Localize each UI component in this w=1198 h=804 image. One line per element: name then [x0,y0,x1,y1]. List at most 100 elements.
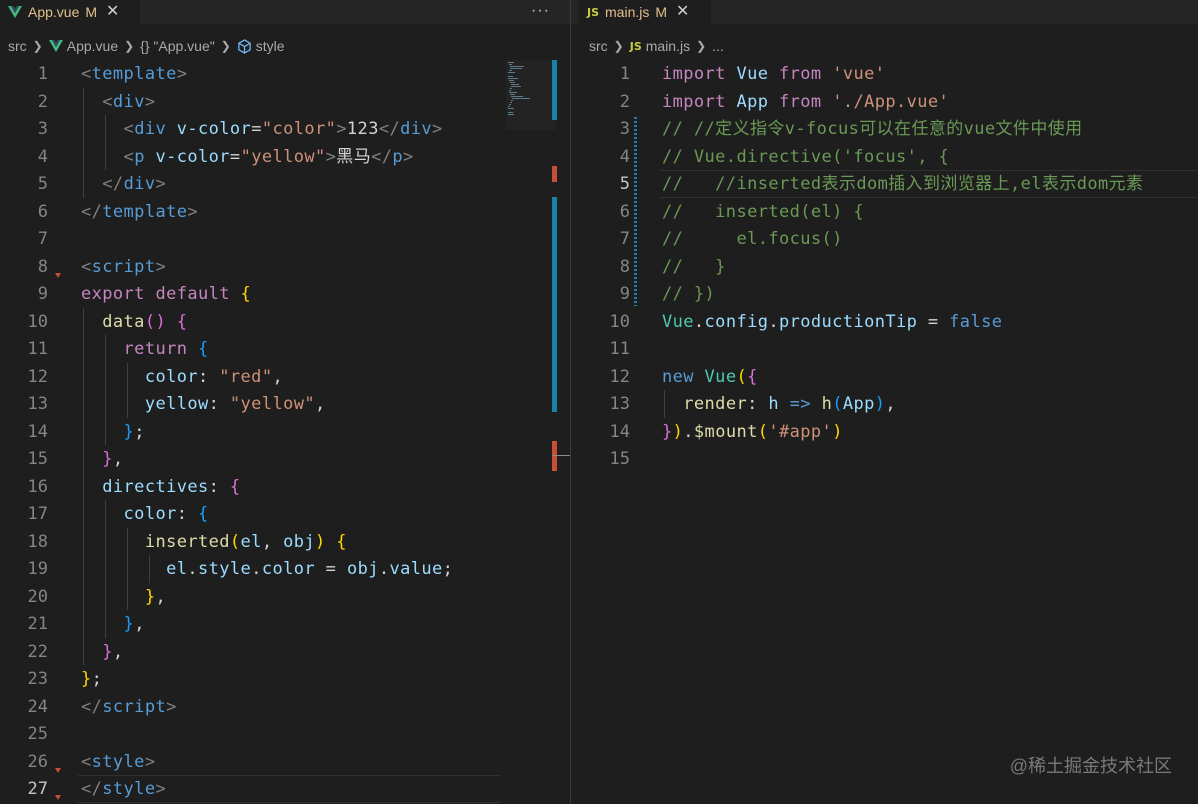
js-file-icon: JS [587,5,600,19]
code-line[interactable]: 1 <template> [0,60,570,88]
more-actions-button[interactable]: ··· [531,2,550,20]
code-line[interactable]: 10 data() { [0,308,570,336]
code-line[interactable]: 12 color: "red", [0,363,570,391]
tab-main-js[interactable]: JS main.js M ✕ [579,0,711,24]
modified-badge: M [85,4,98,20]
line-code: <div> [102,91,156,112]
breadcrumb-style[interactable]: style [237,38,285,54]
code-line[interactable]: 9 export default { [0,280,570,308]
line-code: // } [662,256,726,277]
code-line[interactable]: 8 // } [571,253,1198,281]
chevron-right-icon: ❯ [696,39,707,53]
code-line[interactable]: 5 </div> [0,170,570,198]
code-line[interactable]: 3 <div v-color="color">123</div> [0,115,570,143]
breadcrumb-app-vue[interactable]: App.vue [48,38,118,54]
code-line[interactable]: 7 // el.focus() [571,225,1198,253]
breadcrumb-module[interactable]: {} "App.vue" [140,38,215,54]
code-line[interactable]: 8 <script> [0,253,570,281]
code-line[interactable]: 26 <style> [0,748,570,776]
code-line[interactable]: 18 inserted(el, obj) { [0,528,570,556]
tab-bar: JS main.js M ✕ [571,0,1198,24]
code-line[interactable]: 24 </script> [0,693,570,721]
code-line[interactable]: 16 directives: { [0,473,570,501]
gutter-modified-marker [634,117,637,306]
code-line[interactable]: 9 // }) [571,280,1198,308]
line-number: 23 [27,669,48,689]
code-line[interactable]: 7 [0,225,570,253]
line-number: 5 [37,174,48,194]
code-editor-main-js[interactable]: 1 import Vue from 'vue' 2 import App from '… [571,60,1198,804]
minimap[interactable] [506,60,556,130]
line-code: color: { [123,504,209,524]
code-line[interactable]: 2 <div> [0,88,570,116]
code-line[interactable]: 11 return { [0,335,570,363]
line-code: directives: { [102,476,241,497]
code-line[interactable]: 6 </template> [0,198,570,226]
line-code: }, [144,586,167,607]
line-number: 14 [27,421,48,442]
code-line[interactable]: 14}).$mount('#app') [571,418,1198,446]
line-number: 17 [27,504,48,524]
indent-guide [105,500,106,638]
line-number: 8 [37,256,48,277]
code-line[interactable]: 3 // //定义指令v-focus可以在任意的vue文件中使用 [571,115,1198,143]
code-editor-app-vue[interactable]: 1 <template> 2 <div> 3 <div v-color="color"… [0,60,570,804]
chevron-right-icon: ❯ [124,39,135,53]
line-code: <div v-color="color">123</div> [123,119,443,139]
code-line[interactable]: 19 el.style.color = obj.value; [0,555,570,583]
line-number: 13 [609,394,630,414]
scrollbar-change-marker [552,60,557,120]
code-line[interactable]: 6 // inserted(el) { [571,198,1198,226]
line-number: 9 [37,284,48,304]
line-number: 7 [619,229,630,249]
line-number: 4 [37,146,48,167]
line-number: 4 [619,146,630,167]
breadcrumb-src[interactable]: src [589,38,608,54]
code-line[interactable]: 4 <p v-color="yellow">黑马</p> [0,143,570,171]
chevron-right-icon: ❯ [613,39,624,53]
line-code: data() { [102,311,188,332]
line-number: 15 [27,449,48,469]
code-line[interactable]: 20 }, [0,583,570,611]
close-icon[interactable]: ✕ [106,4,119,20]
breadcrumb: src ❯ JS main.js ❯ ... [571,34,1198,58]
line-number: 24 [27,696,48,717]
code-line[interactable]: 15 [571,445,1198,473]
code-line[interactable]: 21 }, [0,610,570,638]
code-line[interactable]: 17 color: { [0,500,570,528]
line-code: </div> [102,174,167,194]
line-code: <script> [81,256,167,277]
line-code: render: h => h(App), [683,394,897,414]
right-editor-pane: JS main.js M ✕ src ❯ JS main.js ❯ ... 1 i… [571,0,1198,804]
code-line[interactable]: 13 render: h => h(App), [571,390,1198,418]
breadcrumb-main-js[interactable]: JS main.js [630,38,690,54]
tab-label: main.js [605,4,650,20]
line-code: </template> [81,201,199,222]
code-line[interactable]: 4 // Vue.directive('focus', { [571,143,1198,171]
code-line[interactable]: 12 new Vue({ [571,363,1198,391]
code-line[interactable]: 13 yellow: "yellow", [0,390,570,418]
line-number: 27 [27,779,48,799]
indent-guide [664,390,665,418]
code-line[interactable]: 22 }, [0,638,570,666]
code-line[interactable]: 14 }; [0,418,570,446]
tab-app-vue[interactable]: App.vue M ✕ [0,0,140,24]
line-code: el.style.color = obj.value; [166,559,454,579]
line-code: // Vue.directive('focus', { [662,146,950,167]
line-code: import Vue from 'vue' [662,64,886,84]
indent-guide [83,307,84,665]
line-number: 26 [27,751,48,772]
code-line[interactable]: 10 Vue.config.productionTip = false [571,308,1198,336]
code-line[interactable]: 15 }, [0,445,570,473]
close-icon[interactable]: ✕ [676,4,689,20]
code-line[interactable]: 11 [571,335,1198,363]
code-line[interactable]: 1 import Vue from 'vue' [571,60,1198,88]
code-line[interactable]: 25 [0,720,570,748]
left-editor-pane: App.vue M ✕ ··· src ❯ App.vue ❯ {} "App.… [0,0,570,804]
breadcrumb-src[interactable]: src [8,38,27,54]
modified-badge: M [655,4,668,20]
indent-guide [127,527,128,610]
code-line[interactable]: 23}; [0,665,570,693]
code-line[interactable]: 2 import App from './App.vue' [571,88,1198,116]
breadcrumb-more[interactable]: ... [712,38,724,54]
